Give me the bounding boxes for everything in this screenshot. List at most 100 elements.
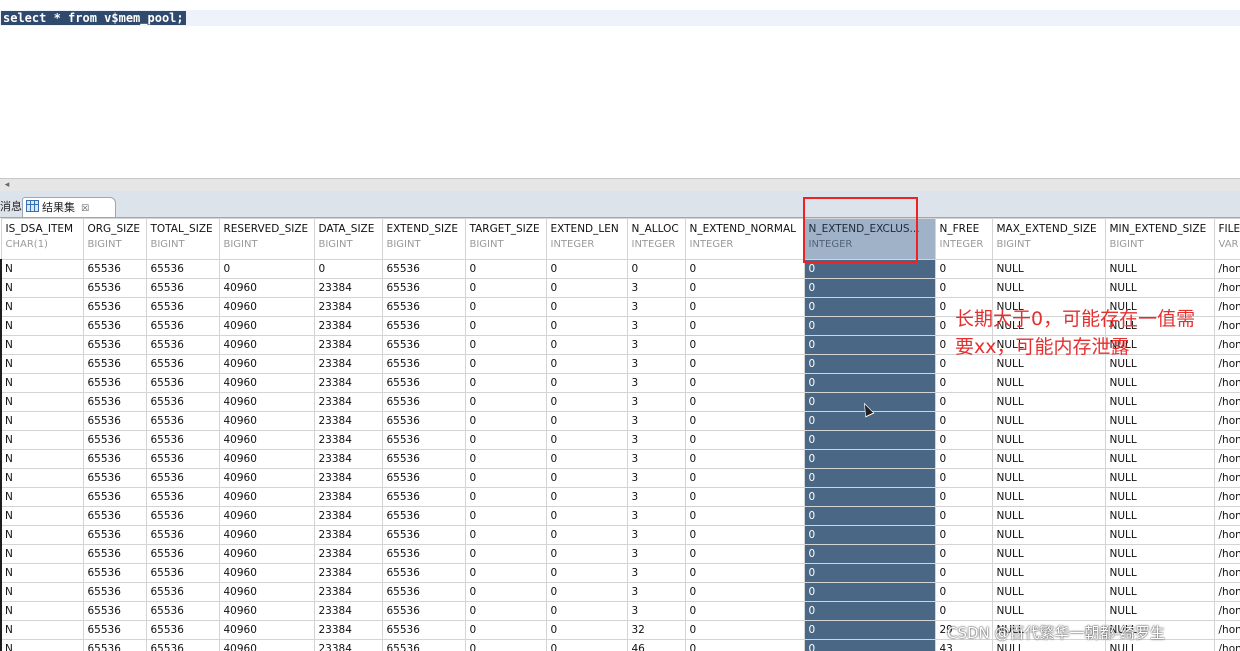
table-cell[interactable]: 23384 bbox=[313, 582, 383, 602]
table-cell[interactable]: N bbox=[0, 525, 84, 545]
column-header[interactable]: N_FREE INTEGER bbox=[934, 218, 993, 260]
table-cell[interactable]: 23384 bbox=[313, 354, 383, 374]
table-cell[interactable]: 65536 bbox=[381, 639, 466, 651]
table-cell[interactable]: N bbox=[0, 316, 84, 336]
table-cell[interactable]: 0 bbox=[545, 582, 628, 602]
table-cell[interactable]: 65536 bbox=[82, 544, 147, 564]
table-cell[interactable]: 40960 bbox=[218, 278, 315, 298]
sql-query-text[interactable]: select * from v$mem_pool; bbox=[1, 11, 186, 25]
table-cell[interactable]: 0 bbox=[684, 563, 805, 583]
table-cell[interactable]: NULL bbox=[1104, 449, 1215, 469]
table-cell[interactable]: 3 bbox=[626, 449, 686, 469]
column-header[interactable]: TOTAL_SIZE BIGINT bbox=[145, 218, 220, 260]
column-header[interactable]: ORG_SIZE BIGINT bbox=[82, 218, 147, 260]
column-header[interactable]: IS_DSA_ITEM CHAR(1) bbox=[0, 218, 84, 260]
table-cell[interactable]: 0 bbox=[626, 259, 686, 279]
table-row[interactable]: N 65536 65536 40960 23384 65536 0 0 3 0 0 0 NULL NULL… bbox=[0, 582, 1240, 602]
table-cell[interactable]: 0 bbox=[464, 430, 547, 450]
table-cell[interactable]: NULL bbox=[991, 544, 1106, 564]
table-cell[interactable]: 65536 bbox=[145, 373, 220, 393]
editor-horizontal-scrollbar[interactable]: ◂ bbox=[0, 178, 1240, 192]
table-cell[interactable]: 0 bbox=[545, 297, 628, 317]
table-cell[interactable]: NULL bbox=[1104, 563, 1215, 583]
column-header[interactable]: N_ALLOC INTEGER bbox=[626, 218, 686, 260]
table-cell[interactable]: 0 bbox=[803, 544, 936, 564]
table-cell[interactable]: 23384 bbox=[313, 335, 383, 355]
table-cell[interactable]: 3 bbox=[626, 468, 686, 488]
table-cell[interactable]: 0 bbox=[803, 335, 936, 355]
table-cell[interactable]: 0 bbox=[545, 468, 628, 488]
table-cell[interactable]: /hon bbox=[1213, 582, 1240, 602]
table-cell[interactable]: N bbox=[0, 487, 84, 507]
table-cell[interactable]: 0 bbox=[803, 639, 936, 651]
table-cell[interactable]: 40960 bbox=[218, 335, 315, 355]
table-cell[interactable]: /hon bbox=[1213, 468, 1240, 488]
table-cell[interactable]: 0 bbox=[545, 430, 628, 450]
table-cell[interactable]: NULL bbox=[1104, 468, 1215, 488]
table-cell[interactable]: 0 bbox=[545, 392, 628, 412]
table-cell[interactable]: 65536 bbox=[381, 468, 466, 488]
table-cell[interactable]: 65536 bbox=[381, 563, 466, 583]
table-row[interactable]: N 65536 65536 40960 23384 65536 0 0 3 0 0 0 NULL NULL… bbox=[0, 411, 1240, 431]
table-cell[interactable]: 0 bbox=[684, 316, 805, 336]
table-cell[interactable]: 23384 bbox=[313, 601, 383, 621]
close-icon[interactable]: ☒ bbox=[81, 204, 89, 214]
table-cell[interactable]: 65536 bbox=[145, 278, 220, 298]
table-cell[interactable]: N bbox=[0, 582, 84, 602]
table-row[interactable]: N 65536 65536 40960 23384 65536 0 0 3 0 0 0 NULL NULL… bbox=[0, 544, 1240, 564]
table-cell[interactable]: 65536 bbox=[82, 601, 147, 621]
table-cell[interactable]: NULL bbox=[991, 525, 1106, 545]
table-cell[interactable]: 0 bbox=[684, 582, 805, 602]
table-cell[interactable]: 65536 bbox=[145, 297, 220, 317]
table-cell[interactable]: NULL bbox=[991, 449, 1106, 469]
table-cell[interactable]: 0 bbox=[545, 506, 628, 526]
table-cell[interactable]: NULL bbox=[991, 487, 1106, 507]
table-row[interactable]: N 65536 65536 40960 23384 65536 0 0 3 0 0 0 NULL NULL… bbox=[0, 278, 1240, 298]
table-cell[interactable]: 65536 bbox=[381, 620, 466, 640]
table-cell[interactable]: 0 bbox=[934, 506, 993, 526]
table-cell[interactable]: /hon bbox=[1213, 620, 1240, 640]
table-cell[interactable]: 65536 bbox=[82, 506, 147, 526]
table-cell[interactable]: N bbox=[0, 278, 84, 298]
table-cell[interactable]: 65536 bbox=[381, 582, 466, 602]
table-cell[interactable]: 0 bbox=[313, 259, 383, 279]
table-cell[interactable]: 3 bbox=[626, 411, 686, 431]
table-cell[interactable]: /hon bbox=[1213, 430, 1240, 450]
table-cell[interactable]: NULL bbox=[991, 601, 1106, 621]
table-cell[interactable]: /hon bbox=[1213, 392, 1240, 412]
table-cell[interactable]: 0 bbox=[684, 506, 805, 526]
table-cell[interactable]: 0 bbox=[684, 411, 805, 431]
table-cell[interactable]: 0 bbox=[464, 297, 547, 317]
table-cell[interactable]: 3 bbox=[626, 354, 686, 374]
table-cell[interactable]: 0 bbox=[545, 620, 628, 640]
table-cell[interactable]: N bbox=[0, 297, 84, 317]
table-cell[interactable]: 0 bbox=[464, 487, 547, 507]
table-cell[interactable]: 0 bbox=[464, 506, 547, 526]
column-header[interactable]: DATA_SIZE BIGINT bbox=[313, 218, 383, 260]
table-cell[interactable]: 0 bbox=[684, 544, 805, 564]
table-cell[interactable]: 40960 bbox=[218, 392, 315, 412]
table-cell[interactable]: 0 bbox=[684, 639, 805, 651]
table-cell[interactable]: 0 bbox=[684, 601, 805, 621]
table-cell[interactable]: 0 bbox=[464, 449, 547, 469]
table-cell[interactable]: 65536 bbox=[381, 506, 466, 526]
table-cell[interactable]: 65536 bbox=[381, 544, 466, 564]
table-cell[interactable]: 0 bbox=[803, 259, 936, 279]
table-cell[interactable]: /hon bbox=[1213, 563, 1240, 583]
table-cell[interactable]: N bbox=[0, 411, 84, 431]
table-cell[interactable]: 0 bbox=[803, 506, 936, 526]
table-cell[interactable]: 65536 bbox=[82, 354, 147, 374]
table-cell[interactable]: 0 bbox=[464, 335, 547, 355]
table-cell[interactable]: 23384 bbox=[313, 525, 383, 545]
table-cell[interactable]: 23384 bbox=[313, 373, 383, 393]
table-cell[interactable]: 65536 bbox=[82, 278, 147, 298]
table-cell[interactable]: 0 bbox=[545, 316, 628, 336]
table-cell[interactable]: 40960 bbox=[218, 620, 315, 640]
table-cell[interactable]: 40960 bbox=[218, 449, 315, 469]
table-cell[interactable]: 3 bbox=[626, 487, 686, 507]
table-cell[interactable]: NULL bbox=[1104, 259, 1215, 279]
table-cell[interactable]: 65536 bbox=[145, 411, 220, 431]
table-cell[interactable]: N bbox=[0, 354, 84, 374]
table-cell[interactable]: 65536 bbox=[381, 487, 466, 507]
table-cell[interactable]: NULL bbox=[1104, 506, 1215, 526]
